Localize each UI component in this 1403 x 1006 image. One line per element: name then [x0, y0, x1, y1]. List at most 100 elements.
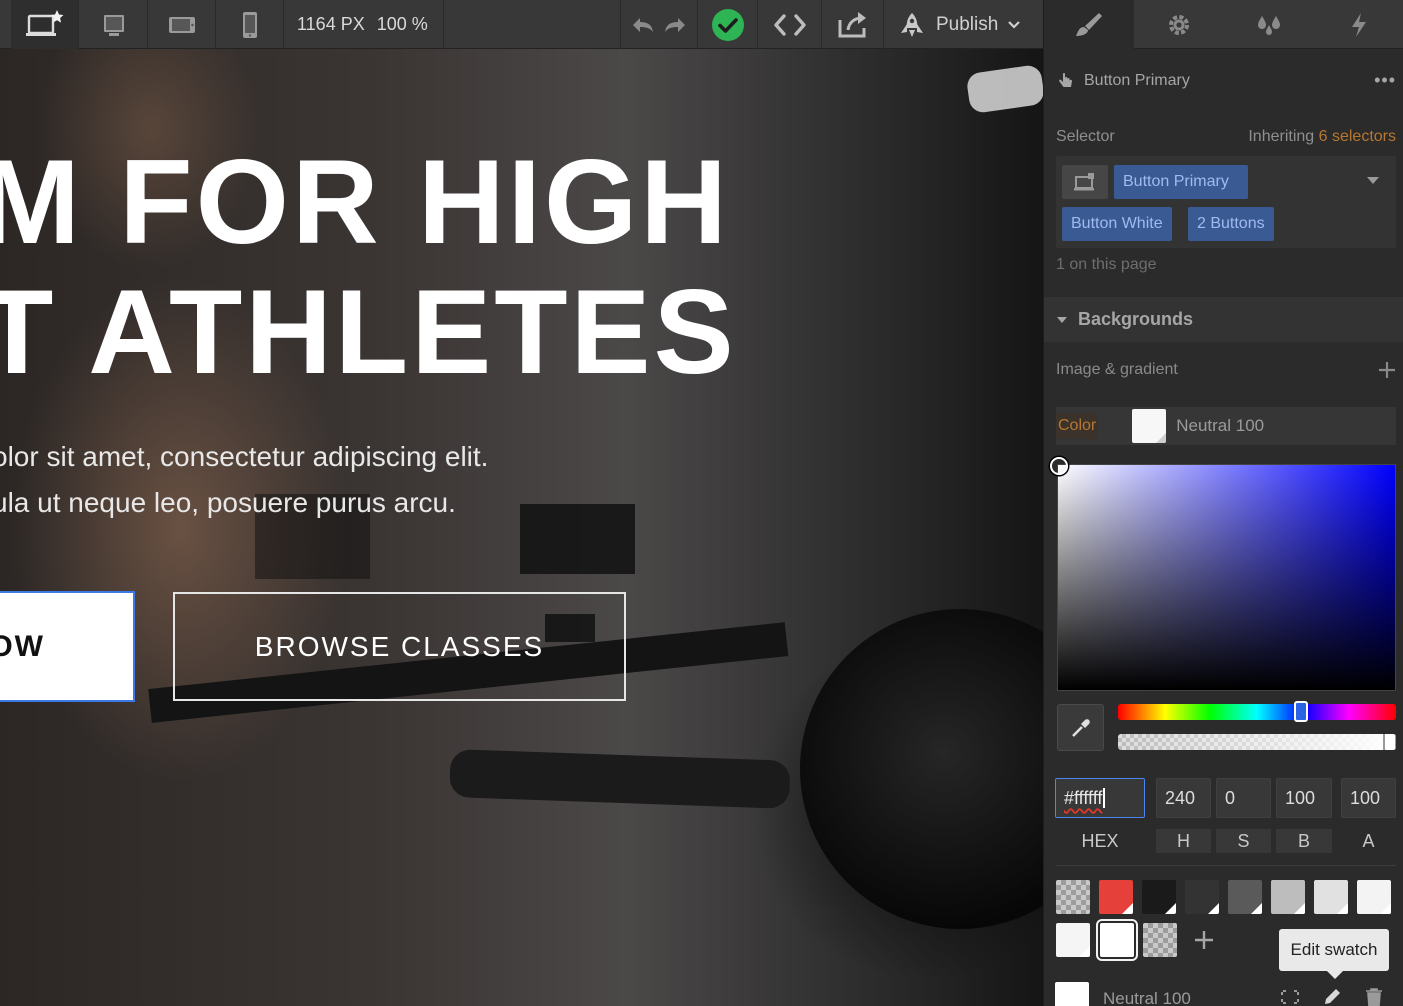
swatch-neutral[interactable] — [1056, 923, 1090, 957]
image-gradient-row: Image & gradient — [1056, 358, 1396, 382]
publish-button[interactable]: Publish — [884, 0, 1043, 49]
export-icon — [838, 11, 866, 37]
background-barbell-plate — [800, 609, 1043, 929]
check-circle-icon — [711, 8, 744, 41]
add-swatch-button[interactable] — [1189, 925, 1219, 955]
chip-button-primary[interactable]: Button Primary — [1114, 165, 1248, 199]
interactions-drops-icon — [1258, 15, 1280, 35]
alpha-slider[interactable] — [1118, 734, 1396, 750]
hand-pointer-icon — [1059, 73, 1072, 87]
breakpoint-tablet-button[interactable] — [148, 0, 216, 49]
more-options-button[interactable]: ••• — [1374, 70, 1396, 91]
chip-2-buttons[interactable]: 2 Buttons — [1188, 207, 1274, 241]
swatch-transparent-2[interactable] — [1143, 923, 1177, 957]
undo-icon[interactable] — [630, 14, 656, 36]
background-ceiling-light — [965, 63, 1043, 115]
hex-label: HEX — [1081, 830, 1119, 851]
canvas-size-readout: 1164 PX 100 % — [284, 0, 444, 49]
selector-element-icon — [1074, 173, 1094, 191]
swatch-black[interactable] — [1142, 880, 1176, 914]
desktop-icon — [103, 14, 124, 36]
chip-button-white[interactable]: Button White — [1062, 207, 1172, 241]
breakpoint-desktop-button[interactable] — [80, 0, 148, 49]
tablet-landscape-icon — [168, 16, 195, 33]
swatch-gray[interactable] — [1228, 880, 1262, 914]
background-color-row[interactable]: Color Neutral 100 — [1056, 407, 1396, 445]
swatch-neutral-100-selected[interactable] — [1096, 919, 1138, 961]
browse-classes-button[interactable]: BROWSE CLASSES — [173, 592, 626, 701]
hero-heading-line-1: M FOR HIGH — [0, 135, 730, 269]
plus-icon[interactable] — [1378, 361, 1396, 379]
a-label: A — [1362, 830, 1375, 851]
saturation-handle[interactable] — [1050, 457, 1068, 475]
tab-style[interactable] — [1044, 0, 1134, 49]
designer-app: 1164 PX 100 % Publish M FOR HIGH T ATHLE… — [0, 0, 1403, 1006]
swatch-transparent[interactable] — [1056, 880, 1090, 914]
swatches-divider — [1056, 865, 1396, 866]
swatch-light-gray[interactable] — [1271, 880, 1305, 914]
hex-input[interactable]: #ffffff — [1055, 778, 1145, 818]
tab-settings[interactable] — [1134, 0, 1224, 49]
alpha-slider-handle[interactable] — [1383, 734, 1396, 750]
hue-input[interactable]: 240 — [1156, 778, 1211, 818]
breakpoint-desktop-base-button[interactable] — [11, 0, 79, 49]
inheriting-count[interactable]: 6 selectors — [1319, 128, 1396, 145]
swatch-lighter-gray[interactable] — [1314, 880, 1348, 914]
undo-redo-group — [620, 0, 698, 49]
eyedropper-button[interactable] — [1057, 704, 1104, 751]
chevron-down-icon — [1008, 20, 1021, 29]
on-page-count: 1 on this page — [1056, 256, 1157, 273]
h-label: H — [1156, 829, 1211, 853]
background-window — [520, 504, 635, 574]
selector-state-button[interactable] — [1062, 165, 1108, 199]
selector-label: Selector — [1056, 128, 1115, 145]
swatch-off-white[interactable] — [1357, 880, 1391, 914]
desktop-star-icon — [25, 9, 63, 36]
design-canvas[interactable]: M FOR HIGH T ATHLETES olor sit amet, con… — [0, 49, 1043, 1006]
brightness-input[interactable]: 100 — [1276, 778, 1332, 818]
share-button[interactable] — [822, 0, 884, 49]
publish-rocket-icon — [901, 12, 923, 37]
color-swatch-preview[interactable] — [1132, 409, 1167, 443]
swatch-dark-gray[interactable] — [1185, 880, 1219, 914]
redo-icon[interactable] — [662, 14, 688, 36]
alpha-input[interactable]: 100 — [1341, 778, 1396, 818]
canvas-width-value: 1164 PX — [297, 14, 365, 34]
save-status-indicator[interactable] — [698, 0, 758, 49]
pencil-icon[interactable] — [1321, 986, 1343, 1006]
swatch-red[interactable] — [1099, 880, 1133, 914]
publish-label: Publish — [936, 13, 999, 35]
inheriting-prefix: Inheriting — [1248, 128, 1315, 145]
s-label: S — [1216, 829, 1271, 853]
selector-field[interactable]: Button Primary Button White 2 Buttons — [1056, 156, 1396, 248]
trash-icon[interactable] — [1363, 986, 1385, 1006]
unlink-icon[interactable] — [1279, 986, 1301, 1006]
breakpoint-mobile-button[interactable] — [216, 0, 284, 49]
mobile-icon — [242, 11, 257, 38]
inheriting-info[interactable]: Inheriting 6 selectors — [1248, 128, 1396, 146]
color-label: Color — [1056, 413, 1099, 439]
style-brush-icon — [1076, 12, 1102, 36]
tab-lightning[interactable] — [1314, 0, 1403, 49]
caret-down-icon — [1057, 316, 1067, 323]
backgrounds-title: Backgrounds — [1078, 309, 1194, 329]
backgrounds-section-header[interactable]: Backgrounds — [1044, 297, 1403, 342]
hex-input-value: #ffffff — [1064, 787, 1103, 808]
hue-slider[interactable] — [1118, 701, 1396, 722]
selected-swatch-row: Neutral 100 — [1055, 982, 1395, 1006]
caret-down-icon[interactable] — [1366, 176, 1380, 186]
edit-swatch-tooltip: Edit swatch — [1279, 929, 1389, 979]
style-panel: Button Primary ••• Selector Inheriting 6… — [1043, 0, 1403, 1006]
saturation-brightness-area[interactable] — [1050, 457, 1396, 691]
top-toolbar: 1164 PX 100 % Publish — [0, 0, 1043, 49]
swatch-actions — [1279, 986, 1385, 1006]
primary-cta-button[interactable]: OW — [0, 591, 135, 702]
saturation-input[interactable]: 0 — [1216, 778, 1271, 818]
code-export-button[interactable] — [758, 0, 822, 49]
hue-slider-handle[interactable] — [1294, 701, 1308, 722]
hero-paragraph-line-1: olor sit amet, consectetur adipiscing el… — [0, 441, 489, 472]
selected-swatch-name: Neutral 100 — [1103, 989, 1191, 1006]
alpha-gradient — [1118, 734, 1396, 750]
tab-interactions[interactable] — [1224, 0, 1314, 49]
selected-element-header: Button Primary ••• — [1056, 66, 1396, 96]
